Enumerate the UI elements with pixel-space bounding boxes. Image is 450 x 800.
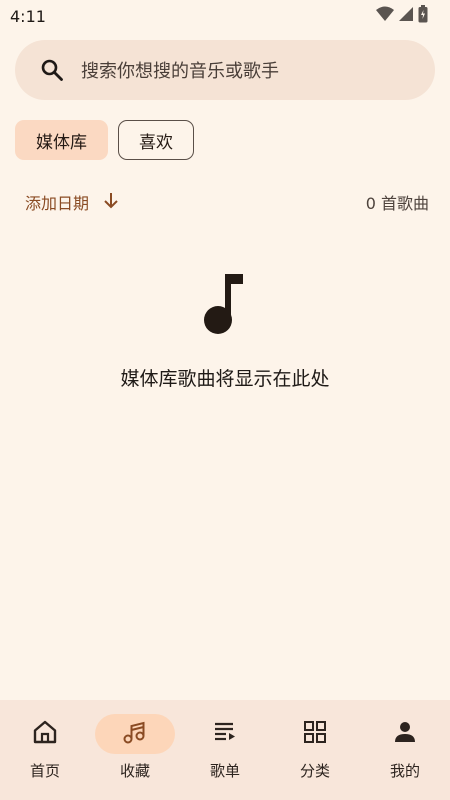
nav-item-favorites[interactable]: 收藏 — [90, 700, 180, 800]
person-icon — [392, 719, 418, 749]
status-icons — [376, 5, 428, 27]
nav-label-categories: 分类 — [299, 762, 330, 780]
nav-pill-categories — [275, 714, 355, 754]
nav-label-favorites: 收藏 — [119, 762, 150, 780]
status-bar: 4:11 — [0, 0, 450, 32]
nav-pill-favorites — [95, 714, 175, 754]
nav-pill-profile — [365, 714, 445, 754]
song-count: 0 首歌曲 — [365, 194, 429, 213]
nav-label-home: 首页 — [29, 762, 60, 780]
sort-button[interactable]: 添加日期 — [25, 190, 119, 214]
battery-icon — [418, 5, 428, 27]
search-bar[interactable]: 搜索你想搜的音乐或歌手 — [15, 40, 435, 100]
chip-library[interactable]: 媒体库 — [15, 120, 108, 160]
arrow-down-icon — [103, 191, 119, 213]
chip-like[interactable]: 喜欢 — [118, 120, 194, 160]
nav-label-profile: 我的 — [389, 762, 420, 780]
music-note-icon — [203, 270, 247, 338]
nav-pill-home — [5, 714, 85, 754]
nav-item-playlists[interactable]: 歌单 — [180, 700, 270, 800]
sort-label: 添加日期 — [25, 194, 90, 213]
sort-row: 添加日期 0 首歌曲 — [25, 186, 429, 218]
nav-item-home[interactable]: 首页 — [0, 700, 90, 800]
signal-icon — [398, 6, 414, 26]
category-icon — [302, 719, 328, 749]
playlist-icon — [212, 719, 238, 749]
nav-item-profile[interactable]: 我的 — [360, 700, 450, 800]
nav-label-playlists: 歌单 — [209, 762, 240, 780]
music-notes-icon — [122, 719, 148, 749]
wifi-icon — [376, 6, 394, 26]
home-icon — [32, 719, 58, 749]
search-input-placeholder[interactable]: 搜索你想搜的音乐或歌手 — [81, 57, 279, 83]
empty-state-message: 媒体库歌曲将显示在此处 — [120, 368, 330, 390]
empty-state: 媒体库歌曲将显示在此处 — [0, 270, 450, 391]
search-icon — [39, 57, 65, 83]
status-time: 4:11 — [10, 6, 46, 26]
nav-item-categories[interactable]: 分类 — [270, 700, 360, 800]
bottom-nav: 首页 收藏 歌单 分类 我的 — [0, 700, 450, 800]
nav-pill-playlists — [185, 714, 265, 754]
